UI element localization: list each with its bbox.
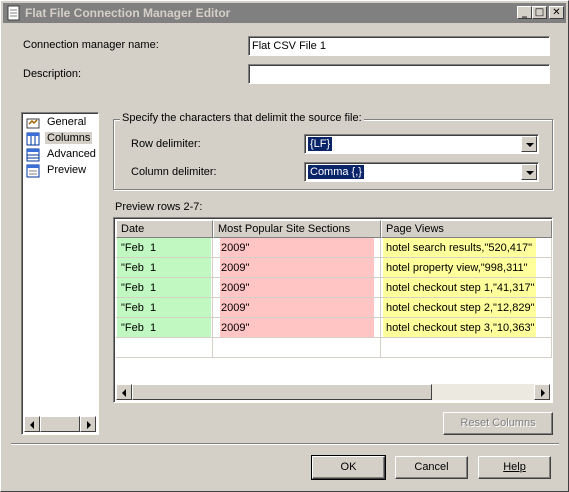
dialog-window: Flat File Connection Manager Editor _ □ … (0, 0, 569, 492)
table-cell: "Feb 1 (116, 258, 213, 278)
table-cell: hotel search results,"520,417" (381, 238, 552, 258)
row-delimiter-dropdown-button[interactable] (521, 136, 537, 152)
preview-title: Preview rows 2-7: (115, 201, 203, 213)
nav-label-advanced: Advanced (47, 148, 96, 160)
nav-label-columns: Columns (45, 132, 93, 144)
cell-text: hotel checkout step 2,"12,829" (386, 302, 535, 314)
table-cell: "Feb 1 (116, 318, 213, 338)
connection-name-label: Connection manager name: (23, 39, 159, 51)
footer-separator (11, 443, 559, 445)
cell-text: hotel checkout step 1,"41,317" (386, 282, 535, 294)
preview-icon (26, 164, 40, 178)
table-cell: hotel checkout step 3,"10,363" (381, 318, 552, 338)
cell-text: hotel search results,"520,417" (386, 242, 533, 254)
cell-text: hotel property view,"998,311" (386, 262, 528, 274)
table-cell: "Feb 1 (116, 278, 213, 298)
preview-hscrollbar[interactable] (116, 384, 550, 400)
table-cell: 2009" (213, 258, 381, 278)
reset-columns-button[interactable]: Reset Columns (443, 412, 553, 435)
cell-text: 2009" (221, 242, 250, 254)
table-cell: hotel property view,"998,311" (381, 258, 552, 278)
nav-label-general: General (47, 116, 87, 128)
preview-scroll-thumb[interactable] (132, 384, 432, 400)
cell-text: "Feb 1 (121, 282, 157, 294)
cell-text: 2009" (221, 282, 250, 294)
nav-scroll-thumb[interactable] (40, 416, 80, 432)
window-title: Flat File Connection Manager Editor (25, 6, 231, 20)
preview-scroll-left-button[interactable] (116, 384, 132, 400)
row-delimiter-value: {LF} (308, 137, 333, 151)
close-button[interactable]: ✕ (549, 6, 564, 19)
empty-row-cell (381, 338, 552, 358)
maximize-button[interactable]: □ (532, 6, 547, 19)
nav-scroll-left-button[interactable] (24, 416, 40, 432)
column-header-date[interactable]: Date (116, 220, 213, 238)
title-bar[interactable]: Flat File Connection Manager Editor _ □ … (3, 3, 566, 23)
empty-row-cell (213, 338, 381, 358)
nav-scroll-right-button[interactable] (80, 416, 96, 432)
help-button-label: Help (503, 461, 526, 473)
description-input[interactable] (248, 64, 550, 84)
column-delimiter-select[interactable]: Comma {,} (304, 162, 539, 182)
delimiter-group-title: Specify the characters that delimit the … (120, 112, 364, 124)
column-delimiter-label: Column delimiter: (131, 166, 217, 178)
nav-label-preview: Preview (47, 164, 87, 176)
table-cell: "Feb 1 (116, 238, 213, 258)
minimize-button[interactable]: _ (517, 6, 532, 19)
preview-grid[interactable]: Date Most Popular Site Sections Page Vie… (113, 217, 553, 403)
page-list: General Columns Advanced Preview (21, 112, 99, 435)
column-header-site-sections[interactable]: Most Popular Site Sections (213, 220, 381, 238)
cell-text: "Feb 1 (121, 242, 157, 254)
help-button[interactable]: Help (478, 456, 551, 479)
empty-row-cell (116, 338, 213, 358)
cell-text: "Feb 1 (121, 262, 157, 274)
table-cell: hotel checkout step 2,"12,829" (381, 298, 552, 318)
chevron-down-icon (526, 143, 534, 147)
arrow-left-icon (122, 389, 126, 397)
column-delimiter-value: Comma {,} (308, 165, 364, 179)
cell-text: 2009" (221, 262, 250, 274)
advanced-icon (26, 148, 40, 162)
table-cell: "Feb 1 (116, 298, 213, 318)
general-icon (26, 118, 40, 129)
cell-text: 2009" (221, 322, 250, 334)
chevron-down-icon (526, 171, 534, 175)
cell-text: 2009" (221, 302, 250, 314)
table-cell: 2009" (213, 238, 381, 258)
preview-scroll-right-button[interactable] (534, 384, 550, 400)
ok-button[interactable]: OK (311, 455, 386, 480)
table-cell: 2009" (213, 298, 381, 318)
arrow-left-icon (30, 421, 34, 429)
cancel-button[interactable]: Cancel (395, 456, 468, 479)
cell-text: "Feb 1 (121, 302, 157, 314)
cell-text: "Feb 1 (121, 322, 157, 334)
table-cell: 2009" (213, 318, 381, 338)
nav-scrollbar[interactable] (24, 416, 96, 432)
cell-text: hotel checkout step 3,"10,363" (386, 322, 535, 334)
row-delimiter-select[interactable]: {LF} (304, 134, 539, 154)
arrow-right-icon (87, 421, 91, 429)
app-icon (7, 5, 20, 21)
column-header-page-views[interactable]: Page Views (381, 220, 552, 238)
description-label: Description: (23, 68, 82, 80)
table-cell: 2009" (213, 278, 381, 298)
connection-name-input[interactable]: Flat CSV File 1 (248, 36, 550, 56)
column-delimiter-dropdown-button[interactable] (521, 164, 537, 180)
columns-icon (26, 132, 40, 146)
row-delimiter-label: Row delimiter: (131, 138, 201, 150)
table-cell: hotel checkout step 1,"41,317" (381, 278, 552, 298)
arrow-right-icon (541, 389, 545, 397)
